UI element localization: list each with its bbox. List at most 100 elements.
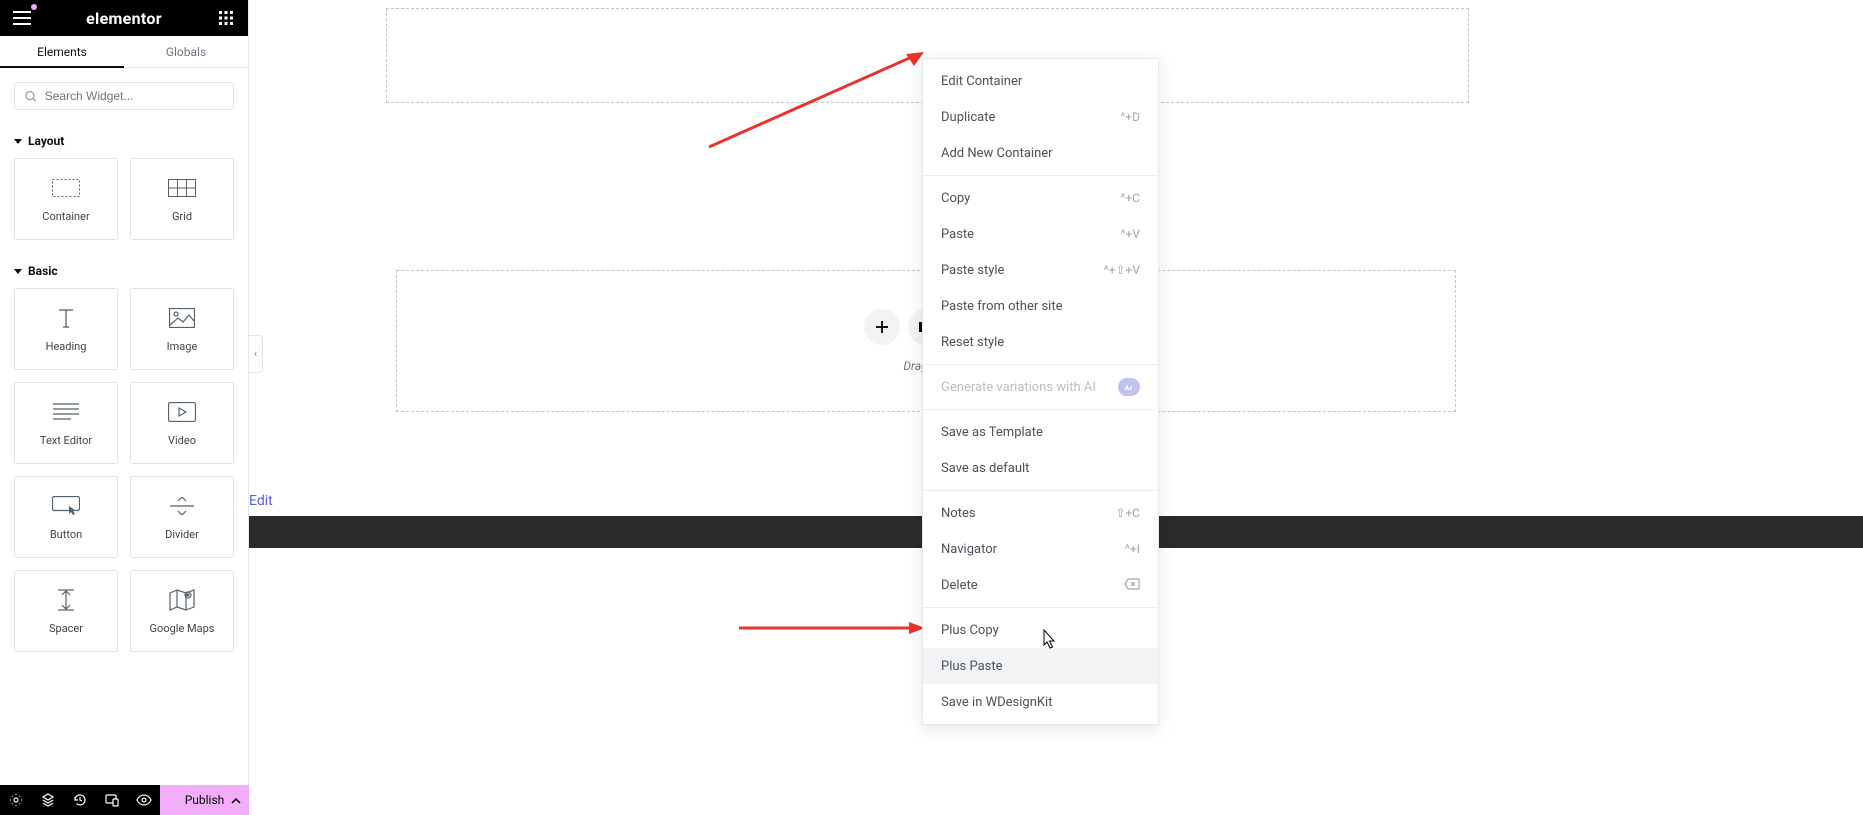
ctx-shortcut: ^+V bbox=[1121, 227, 1140, 241]
ctx-label: Save in WDesignKit bbox=[941, 695, 1052, 710]
divider-icon bbox=[168, 494, 196, 518]
widget-heading[interactable]: Heading bbox=[14, 288, 118, 370]
widget-image[interactable]: Image bbox=[130, 288, 234, 370]
ai-badge-icon bbox=[1118, 378, 1140, 396]
widget-label: Grid bbox=[172, 210, 192, 223]
sidebar-tabs: Elements Globals bbox=[0, 36, 248, 68]
section-layout-label: Layout bbox=[28, 134, 64, 148]
search-input[interactable] bbox=[14, 82, 234, 110]
notification-dot-icon bbox=[31, 4, 37, 10]
ctx-duplicate[interactable]: Duplicate ^+D bbox=[923, 99, 1158, 135]
ctx-label: Add New Container bbox=[941, 146, 1053, 161]
ctx-save-as-template[interactable]: Save as Template bbox=[923, 414, 1158, 450]
spacer-icon bbox=[52, 588, 80, 612]
widget-label: Text Editor bbox=[40, 434, 92, 447]
edit-link[interactable]: Edit bbox=[249, 493, 273, 509]
annotation-arrow-bottom bbox=[737, 619, 927, 637]
widget-video[interactable]: Video bbox=[130, 382, 234, 464]
widget-label: Button bbox=[50, 528, 82, 541]
image-icon bbox=[168, 306, 196, 330]
section-basic-header[interactable]: Basic bbox=[0, 254, 248, 288]
ctx-shortcut: ⇧+C bbox=[1115, 506, 1140, 520]
widget-spacer[interactable]: Spacer bbox=[14, 570, 118, 652]
ctx-generate-variations-ai[interactable]: Generate variations with AI bbox=[923, 369, 1158, 405]
ctx-navigator[interactable]: Navigator^+I bbox=[923, 531, 1158, 567]
ctx-shortcut: ^+D bbox=[1120, 110, 1140, 124]
plus-icon bbox=[875, 320, 889, 334]
navigator-button[interactable] bbox=[32, 785, 64, 815]
tab-elements[interactable]: Elements bbox=[0, 36, 124, 67]
ctx-edit-container[interactable]: Edit Container bbox=[923, 63, 1158, 99]
ctx-label: Reset style bbox=[941, 335, 1004, 350]
widget-container[interactable]: Container bbox=[14, 158, 118, 240]
ctx-paste[interactable]: Paste ^+V bbox=[923, 216, 1158, 252]
ctx-paste-from-other-site[interactable]: Paste from other site bbox=[923, 288, 1158, 324]
settings-button[interactable] bbox=[0, 785, 32, 815]
video-icon bbox=[168, 400, 196, 424]
search-icon bbox=[25, 90, 37, 103]
ctx-plus-paste[interactable]: Plus Paste bbox=[923, 648, 1158, 684]
widget-divider[interactable]: Divider bbox=[130, 476, 234, 558]
ctx-shortcut: ^+⇧+V bbox=[1104, 263, 1140, 277]
container-icon bbox=[52, 176, 80, 200]
widget-button[interactable]: Button bbox=[14, 476, 118, 558]
sidebar-header: elementor bbox=[0, 0, 248, 36]
ctx-label: Paste style bbox=[941, 263, 1004, 278]
responsive-button[interactable] bbox=[96, 785, 128, 815]
sidebar-collapse-button[interactable]: ‹ bbox=[249, 335, 263, 373]
ctx-shortcut: ^+C bbox=[1120, 191, 1140, 205]
widget-label: Spacer bbox=[49, 622, 83, 635]
widget-label: Divider bbox=[165, 528, 199, 541]
chevron-up-icon[interactable] bbox=[231, 793, 241, 807]
text-editor-icon bbox=[52, 400, 80, 424]
add-section-button[interactable] bbox=[864, 309, 900, 345]
caret-down-icon bbox=[14, 137, 22, 145]
ctx-label: Generate variations with AI bbox=[941, 380, 1096, 395]
grid-icon bbox=[168, 176, 196, 200]
preview-button[interactable] bbox=[128, 785, 160, 815]
ctx-label: Plus Paste bbox=[941, 659, 1003, 674]
ctx-label: Paste from other site bbox=[941, 299, 1063, 314]
apps-grid-button[interactable] bbox=[214, 6, 238, 30]
elementor-logo: elementor bbox=[34, 9, 214, 28]
maps-icon bbox=[168, 588, 196, 612]
hamburger-menu-button[interactable] bbox=[10, 6, 34, 30]
widget-google-maps[interactable]: Google Maps bbox=[130, 570, 234, 652]
widget-label: Image bbox=[167, 340, 198, 353]
section-basic-label: Basic bbox=[28, 264, 58, 278]
widget-label: Heading bbox=[46, 340, 87, 353]
publish-label: Publish bbox=[185, 793, 225, 807]
tab-globals[interactable]: Globals bbox=[124, 36, 248, 67]
publish-button[interactable]: Publish bbox=[160, 785, 249, 815]
ctx-delete[interactable]: Delete bbox=[923, 567, 1158, 603]
ctx-paste-style[interactable]: Paste style ^+⇧+V bbox=[923, 252, 1158, 288]
ctx-label: Copy bbox=[941, 191, 970, 206]
ctx-save-as-default[interactable]: Save as default bbox=[923, 450, 1158, 486]
widget-label: Container bbox=[42, 210, 89, 223]
section-layout-header[interactable]: Layout bbox=[0, 124, 248, 158]
widget-text-editor[interactable]: Text Editor bbox=[14, 382, 118, 464]
widget-label: Video bbox=[168, 434, 196, 447]
ctx-copy[interactable]: Copy ^+C bbox=[923, 180, 1158, 216]
ctx-plus-copy[interactable]: Plus Copy bbox=[923, 612, 1158, 648]
ctx-notes[interactable]: Notes ⇧+C bbox=[923, 495, 1158, 531]
button-icon bbox=[52, 494, 80, 518]
ctx-label: Notes bbox=[941, 506, 976, 521]
ctx-label: Navigator bbox=[941, 542, 997, 557]
history-button[interactable] bbox=[64, 785, 96, 815]
search-field[interactable] bbox=[45, 89, 223, 103]
ctx-label: Plus Copy bbox=[941, 623, 999, 638]
ctx-label: Duplicate bbox=[941, 110, 995, 125]
delete-icon bbox=[1124, 578, 1140, 593]
ctx-add-new-container[interactable]: Add New Container bbox=[923, 135, 1158, 171]
caret-down-icon bbox=[14, 267, 22, 275]
ctx-label: Paste bbox=[941, 227, 974, 242]
widget-label: Google Maps bbox=[150, 622, 215, 635]
bottom-bar: Publish bbox=[0, 785, 249, 815]
ctx-save-wdesignkit[interactable]: Save in WDesignKit bbox=[923, 684, 1158, 720]
ctx-reset-style[interactable]: Reset style bbox=[923, 324, 1158, 360]
ctx-label: Delete bbox=[941, 578, 978, 593]
context-menu: Edit Container Duplicate ^+D Add New Cont… bbox=[922, 58, 1159, 725]
widget-grid[interactable]: Grid bbox=[130, 158, 234, 240]
sidebar: elementor Elements Globals Layout Contai… bbox=[0, 0, 249, 815]
